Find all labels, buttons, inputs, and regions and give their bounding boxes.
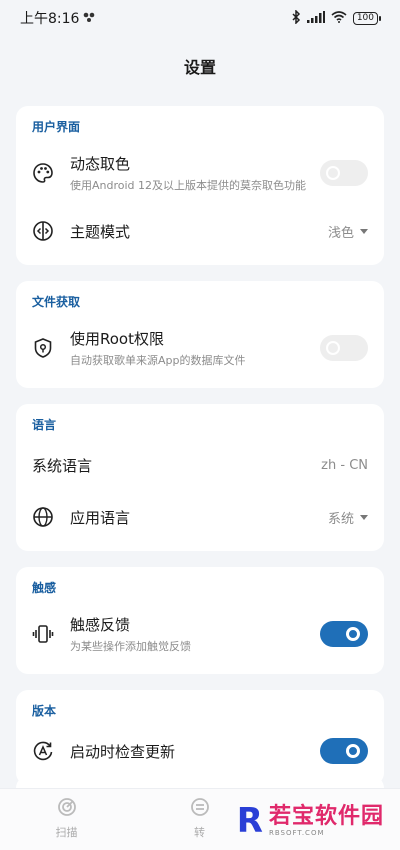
watermark-sub: RBSOFT.COM <box>268 829 325 837</box>
setting-title: 启动时检查更新 <box>70 742 176 761</box>
palette-icon <box>32 162 54 184</box>
section-label-version: 版本 <box>32 704 57 718</box>
watermark-text: 若宝软件园 RBSOFT.COM <box>268 804 384 838</box>
toggle-knob <box>346 744 360 758</box>
section-label-file: 文件获取 <box>32 295 81 309</box>
setting-root[interactable]: 使用Root权限 自动获取歌单来源App的数据库文件 <box>32 316 368 380</box>
status-right: 100 <box>291 8 382 27</box>
watermark: R 若宝软件园 RBSOFT.COM <box>237 804 384 838</box>
dynamic-color-toggle[interactable] <box>320 160 368 186</box>
section-haptics-card: 触感 触感反馈 为某些操作添加触觉反馈 <box>16 567 384 674</box>
setting-title: 系统语言 <box>32 456 93 475</box>
section-label-ui: 用户界面 <box>32 120 81 134</box>
app-language-dropdown[interactable]: 系统 <box>328 508 368 527</box>
scan-icon <box>57 797 77 820</box>
setting-dynamic-color[interactable]: 动态取色 使用Android 12及以上版本提供的莫奈取色功能 <box>32 141 368 205</box>
nav-item-scan[interactable]: 扫描 <box>0 797 133 840</box>
setting-app-language[interactable]: 应用语言 系统 <box>32 491 368 543</box>
section-file-card: 文件获取 使用Root权限 自动获取歌单来源App的数据库文件 <box>16 281 384 388</box>
setting-theme-mode[interactable]: 主题模式 浅色 <box>32 205 368 257</box>
caret-down-icon <box>360 228 368 234</box>
root-toggle[interactable] <box>320 335 368 361</box>
section-language-card: 语言 系统语言 zh - CN 应用语言 系统 <box>16 404 384 551</box>
theme-icon <box>32 220 54 242</box>
setting-check-update[interactable]: 启动时检查更新 <box>32 725 368 777</box>
theme-mode-value: 浅色 <box>327 225 354 241</box>
setting-subtitle: 为某些操作添加触觉反馈 <box>70 640 191 653</box>
setting-system-language: 系统语言 zh - CN <box>32 439 368 491</box>
section-ui-card: 用户界面 动态取色 使用Android 12及以上版本提供的莫奈取色功能 主题模… <box>16 106 384 265</box>
setting-title: 触感反馈 <box>70 616 131 634</box>
setting-title: 应用语言 <box>70 508 131 527</box>
system-language-code: zh - CN <box>321 457 368 473</box>
app-language-value: 系统 <box>327 511 354 527</box>
caret-down-icon <box>360 514 368 520</box>
setting-check-update-text: 启动时检查更新 <box>70 741 320 762</box>
setting-title: 动态取色 <box>70 155 131 173</box>
signal-icon <box>306 10 325 26</box>
section-label-haptics: 触感 <box>32 581 57 595</box>
toggle-knob <box>326 166 340 180</box>
bluetooth-icon <box>291 8 301 27</box>
section-label-language: 语言 <box>32 418 57 432</box>
wifi-icon <box>331 10 347 26</box>
status-bar: 上午8:16 100 <box>0 0 400 36</box>
status-left: 上午8:16 <box>20 8 97 28</box>
setting-theme-mode-text: 主题模式 <box>70 221 328 242</box>
setting-haptic-feedback[interactable]: 触感反馈 为某些操作添加触觉反馈 <box>32 602 368 666</box>
nav-label: 扫描 <box>55 826 78 839</box>
theme-mode-dropdown[interactable]: 浅色 <box>328 222 368 241</box>
setting-title: 使用Root权限 <box>70 330 164 348</box>
watermark-logo: R <box>236 801 263 841</box>
setting-dynamic-color-text: 动态取色 使用Android 12及以上版本提供的莫奈取色功能 <box>70 153 320 193</box>
setting-root-text: 使用Root权限 自动获取歌单来源App的数据库文件 <box>70 328 320 368</box>
setting-system-language-text: 系统语言 <box>32 455 321 476</box>
shield-key-icon <box>32 337 54 359</box>
next-card-peek <box>16 776 384 788</box>
setting-app-language-text: 应用语言 <box>70 507 328 528</box>
convert-icon <box>190 797 210 820</box>
system-language-value: zh - CN <box>321 458 368 473</box>
check-update-toggle[interactable] <box>320 738 368 764</box>
haptic-feedback-toggle[interactable] <box>320 621 368 647</box>
nav-label: 转 <box>194 826 205 839</box>
page-title: 设置 <box>183 58 216 77</box>
notification-dots-icon <box>83 10 97 26</box>
section-version-card: 版本 启动时检查更新 <box>16 690 384 785</box>
setting-haptic-feedback-text: 触感反馈 为某些操作添加触觉反馈 <box>70 614 320 654</box>
setting-subtitle: 自动获取歌单来源App的数据库文件 <box>70 354 246 367</box>
setting-subtitle: 使用Android 12及以上版本提供的莫奈取色功能 <box>70 179 307 192</box>
status-time: 上午8:16 <box>20 11 80 27</box>
update-icon <box>32 740 54 762</box>
toggle-knob <box>326 341 340 355</box>
setting-title: 主题模式 <box>70 222 131 241</box>
watermark-main: 若宝软件园 <box>268 804 384 829</box>
globe-icon <box>32 506 54 528</box>
vibration-icon <box>32 623 54 645</box>
toggle-knob <box>346 627 360 641</box>
battery-indicator: 100 <box>352 11 382 25</box>
